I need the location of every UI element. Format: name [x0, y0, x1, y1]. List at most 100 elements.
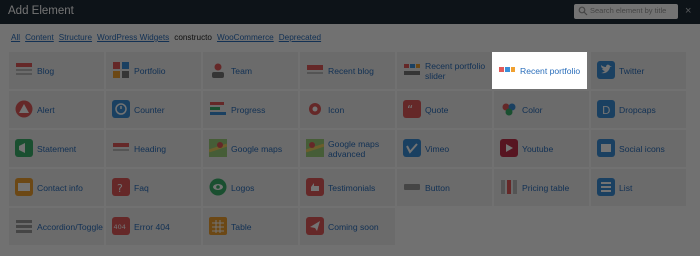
heading-icon [113, 143, 129, 151]
filter-all[interactable]: All [11, 33, 20, 47]
logos-icon [209, 178, 227, 196]
portfolio-icon [113, 62, 129, 78]
button-icon [404, 184, 420, 190]
filter-deprecated[interactable]: Deprecated [279, 33, 321, 47]
add-element-modal: Add Element Search element by title × Al… [0, 0, 700, 256]
filter-wordpress-widgets[interactable]: WordPress Widgets [97, 33, 169, 47]
element-label: Google maps [231, 143, 283, 154]
youtube-icon [500, 139, 518, 157]
filter-woocommerce[interactable]: WooCommerce [217, 33, 274, 47]
table-icon [209, 217, 227, 235]
element-dropcaps[interactable]: D Dropcaps [591, 91, 686, 128]
alert-icon [15, 100, 33, 118]
element-progress[interactable]: Progress [203, 91, 298, 128]
element-label: Table [231, 221, 252, 232]
search-icon [578, 6, 588, 16]
element-label: Heading [134, 143, 167, 154]
element-label: Logos [231, 182, 255, 193]
quote-icon: “ [403, 100, 421, 118]
recent-portfolio-icon [499, 67, 515, 72]
faq-icon: ? [112, 178, 130, 196]
twitter-icon [597, 61, 615, 79]
element-heading[interactable]: Heading [106, 130, 201, 167]
dropcaps-icon: D [597, 100, 615, 118]
progress-icon [210, 102, 226, 115]
element-label: Social icons [619, 143, 665, 154]
element-error-404[interactable]: 404 Error 404 [106, 208, 201, 245]
element-label: Quote [425, 104, 449, 115]
element-coming-soon[interactable]: Coming soon [300, 208, 395, 245]
filter-content[interactable]: Content [25, 33, 54, 47]
element-team[interactable]: Team [203, 52, 298, 89]
element-vimeo[interactable]: Vimeo [397, 130, 492, 167]
element-label: Youtube [522, 143, 554, 154]
element-faq[interactable]: ? Faq [106, 169, 201, 206]
filter-constructo[interactable]: constructo [174, 33, 212, 47]
element-testimonials[interactable]: Testimonials [300, 169, 395, 206]
element-label: Recent blog [328, 65, 374, 76]
element-recent-portfolio-slider[interactable]: Recent portfolio slider [397, 52, 492, 89]
close-icon[interactable]: × [685, 4, 691, 18]
element-label: Error 404 [134, 221, 170, 232]
element-label: Progress [231, 104, 266, 115]
element-label: Blog [37, 65, 55, 76]
recent-blog-icon [307, 65, 323, 74]
element-label: Pricing table [522, 182, 570, 193]
pricing-table-icon [501, 180, 517, 194]
element-recent-blog[interactable]: Recent blog [300, 52, 395, 89]
counter-icon [112, 100, 130, 118]
category-filters: All Content Structure WordPress Widgets cons… [11, 33, 326, 47]
search-input[interactable]: Search element by title [574, 4, 678, 19]
element-label: Faq [134, 182, 149, 193]
element-youtube[interactable]: Youtube [494, 130, 589, 167]
team-icon [212, 63, 224, 78]
element-table[interactable]: Table [203, 208, 298, 245]
element-label: Testimonials [328, 182, 376, 193]
contact-info-icon [15, 178, 33, 196]
element-logos[interactable]: Logos [203, 169, 298, 206]
element-statement[interactable]: Statement [9, 130, 104, 167]
element-pricing-table[interactable]: Pricing table [494, 169, 589, 206]
element-list[interactable]: List [591, 169, 686, 206]
social-icons-icon [597, 139, 615, 157]
element-icon[interactable]: Icon [300, 91, 395, 128]
element-google-maps[interactable]: Google maps [203, 130, 298, 167]
element-social-icons[interactable]: Social icons [591, 130, 686, 167]
accordion-toggle-icon [16, 220, 32, 233]
svg-text:404: 404 [114, 223, 126, 231]
highlighted-element[interactable]: Recent portfolio [492, 52, 587, 89]
svg-text:D: D [602, 104, 610, 117]
element-label: Counter [134, 104, 165, 115]
search-placeholder: Search element by title [590, 6, 667, 15]
color-icon [502, 103, 516, 116]
element-counter[interactable]: Counter [106, 91, 201, 128]
element-portfolio[interactable]: Portfolio [106, 52, 201, 89]
element-alert[interactable]: Alert [9, 91, 104, 128]
element-label: Button [425, 182, 450, 193]
element-blog[interactable]: Blog [9, 52, 104, 89]
element-quote[interactable]: “ Quote [397, 91, 492, 128]
element-label: Portfolio [134, 65, 166, 76]
testimonials-icon [306, 178, 324, 196]
element-label: Statement [37, 143, 77, 154]
element-accordion-toggle[interactable]: Accordion/Toggle [9, 208, 104, 245]
modal-header: Add Element Search element by title × [0, 0, 700, 24]
element-button[interactable]: Button [397, 169, 492, 206]
element-label: Color [522, 104, 543, 115]
element-contact-info[interactable]: Contact info [9, 169, 104, 206]
element-color[interactable]: Color [494, 91, 589, 128]
statement-icon [15, 139, 33, 157]
svg-text:?: ? [117, 182, 123, 195]
element-label: Coming soon [328, 221, 379, 232]
element-label: Accordion/Toggle [37, 221, 103, 232]
element-label: List [619, 182, 633, 193]
element-label: Team [231, 65, 253, 76]
element-twitter[interactable]: Twitter [591, 52, 686, 89]
coming-soon-icon [306, 217, 324, 235]
filter-structure[interactable]: Structure [59, 33, 92, 47]
element-label: Icon [328, 104, 345, 115]
element-label: Recent portfolio [520, 65, 581, 76]
recent-portfolio-slider-icon [404, 64, 420, 75]
element-google-maps-advanced[interactable]: Google maps advanced [300, 130, 395, 167]
vimeo-icon [403, 139, 421, 157]
